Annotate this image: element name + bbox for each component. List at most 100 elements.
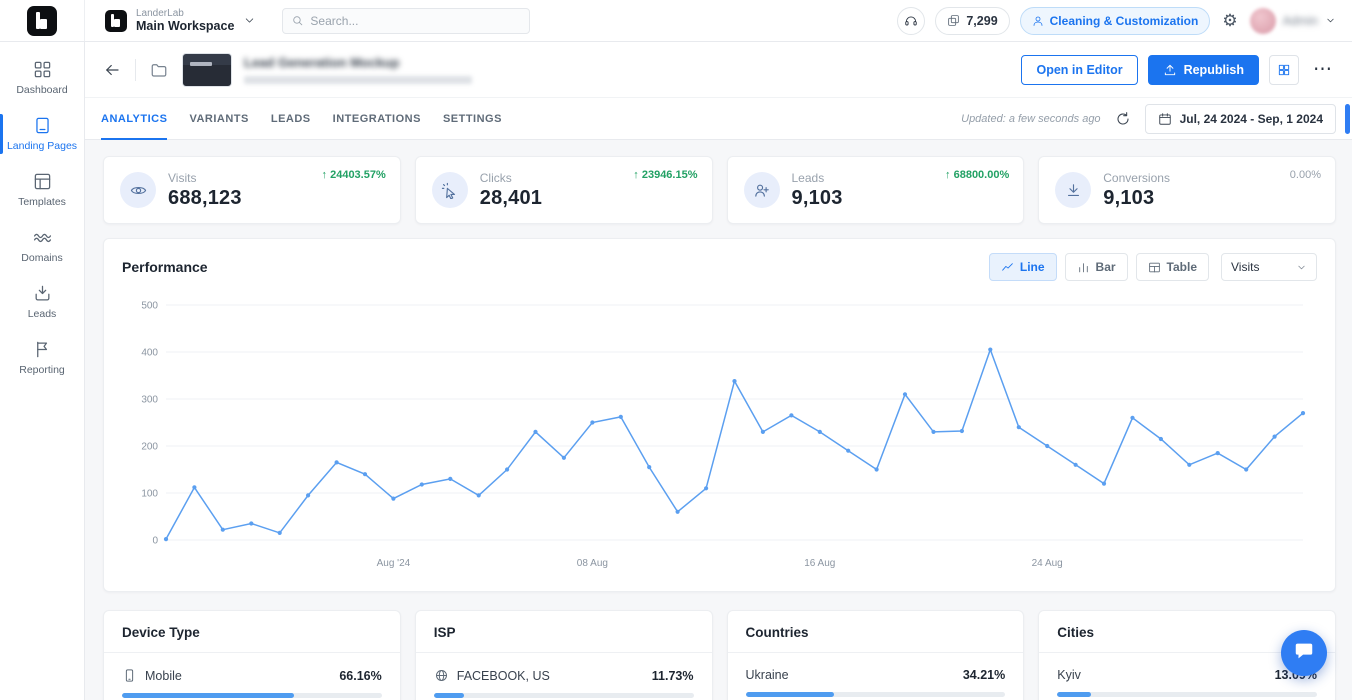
breakdown-title: Cities	[1057, 625, 1317, 640]
republish-label: Republish	[1184, 63, 1244, 77]
line-chart-icon	[1001, 261, 1014, 274]
breakdown-card-device-type: Device Type Mobile 66.16%	[103, 610, 401, 700]
breakdown-item: FACEBOOK, US 11.73%	[434, 668, 694, 683]
page-title: Lead Generation Mockup	[244, 55, 472, 71]
back-button[interactable]	[101, 59, 123, 81]
tab-settings[interactable]: SETTINGS	[443, 98, 502, 139]
sidebar-item-dashboard[interactable]: Dashboard	[0, 50, 84, 106]
breakdown-item-value: 34.21%	[963, 668, 1005, 682]
view-table-button[interactable]: Table	[1136, 253, 1209, 281]
stat-card-leads: Leads 9,103 ↑ 68800.00%	[727, 156, 1025, 224]
divider	[135, 59, 136, 81]
performance-card: Performance Line Bar	[103, 238, 1336, 592]
brand-name: LanderLab	[136, 8, 234, 20]
page-thumbnail[interactable]	[182, 53, 232, 87]
stat-card-clicks: Clicks 28,401 ↑ 23946.15%	[415, 156, 713, 224]
refresh-button[interactable]	[1113, 109, 1133, 129]
breakdown-item: Mobile 66.16%	[122, 668, 382, 683]
svg-text:24 Aug: 24 Aug	[1032, 558, 1063, 569]
progress-track	[1057, 692, 1317, 697]
eye-icon	[120, 172, 156, 208]
sidebar-item-reporting[interactable]: Reporting	[0, 330, 84, 386]
project-badge[interactable]: Cleaning & Customization	[1020, 7, 1211, 35]
sidebar-item-landing-pages[interactable]: Landing Pages	[0, 106, 84, 162]
sidebar-item-label: Reporting	[19, 364, 65, 376]
landerlab-logo[interactable]	[0, 0, 85, 41]
workspace-selector[interactable]: LanderLab Main Workspace	[105, 8, 256, 34]
user-plus-icon	[744, 172, 780, 208]
sidebar-item-domains[interactable]: Domains	[0, 218, 84, 274]
sidebar-item-templates[interactable]: Templates	[0, 162, 84, 218]
svg-text:Aug '24: Aug '24	[377, 558, 411, 569]
ellipsis-icon: ⋯	[1313, 59, 1332, 80]
search-input[interactable]	[310, 14, 521, 28]
sidebar: Dashboard Landing Pages Templates Domain…	[0, 42, 85, 700]
ab-variants-button[interactable]	[1269, 55, 1299, 85]
metric-select[interactable]: Visits	[1221, 253, 1317, 281]
svg-text:200: 200	[141, 442, 158, 453]
svg-text:0: 0	[152, 536, 158, 547]
chevron-down-icon	[243, 14, 256, 27]
open-in-editor-button[interactable]: Open in Editor	[1021, 55, 1137, 85]
tab-analytics[interactable]: ANALYTICS	[101, 98, 167, 139]
credits-button[interactable]: 7,299	[935, 7, 1009, 35]
workspace-logo-icon	[105, 10, 127, 32]
svg-text:300: 300	[141, 395, 158, 406]
stat-card-visits: Visits 688,123 ↑ 24403.57%	[103, 156, 401, 224]
upload-icon	[1163, 63, 1177, 77]
line-chart: 0100200300400500Aug '2408 Aug16 Aug24 Au…	[122, 291, 1317, 576]
chat-icon	[1293, 640, 1315, 667]
workspace-name: Main Workspace	[136, 19, 234, 33]
view-line-label: Line	[1020, 260, 1045, 274]
settings-gear-button[interactable]: ⚙	[1220, 10, 1239, 31]
date-range-picker[interactable]: Jul, 24 2024 - Sep, 1 2024	[1145, 104, 1336, 134]
svg-text:16 Aug: 16 Aug	[804, 558, 835, 569]
bar-chart-icon	[1077, 261, 1090, 274]
view-bar-button[interactable]: Bar	[1065, 253, 1128, 281]
chat-launcher-button[interactable]	[1281, 630, 1327, 676]
progress-track	[122, 693, 382, 698]
topbar: LanderLab Main Workspace 7,299	[0, 0, 1352, 42]
template-icon	[33, 172, 52, 191]
stat-delta: ↑ 24403.57%	[322, 169, 386, 181]
globe-icon	[434, 668, 449, 683]
grid-icon	[1277, 63, 1291, 77]
breakdown-item-value: 66.16%	[339, 669, 381, 683]
republish-button[interactable]: Republish	[1148, 55, 1259, 85]
divider	[416, 652, 712, 653]
breakdown-card-countries: Countries Ukraine 34.21%	[727, 610, 1025, 700]
inbox-icon	[33, 284, 52, 303]
main-area: Lead Generation Mockup Open in Editor Re…	[85, 42, 1352, 700]
scrollbar-thumb[interactable]	[1345, 104, 1350, 134]
project-badge-label: Cleaning & Customization	[1050, 14, 1199, 28]
view-line-button[interactable]: Line	[989, 253, 1057, 281]
tab-variants[interactable]: VARIANTS	[189, 98, 248, 139]
page-url-redacted	[244, 76, 472, 84]
stats-row: Visits 688,123 ↑ 24403.57% Clicks 28,401…	[103, 156, 1336, 224]
user-icon	[1032, 15, 1044, 27]
view-table-label: Table	[1167, 260, 1197, 274]
sidebar-item-label: Domains	[21, 252, 62, 264]
stat-card-conversions: Conversions 9,103 0.00%	[1038, 156, 1336, 224]
tab-integrations[interactable]: INTEGRATIONS	[333, 98, 421, 139]
arrow-left-icon	[103, 61, 121, 79]
folder-button[interactable]	[148, 59, 170, 81]
progress-fill	[122, 693, 294, 698]
sidebar-item-label: Landing Pages	[7, 140, 77, 152]
support-button[interactable]	[897, 7, 925, 35]
stat-label: Visits	[168, 171, 242, 185]
svg-text:100: 100	[141, 489, 158, 500]
sidebar-item-label: Templates	[18, 196, 66, 208]
stat-value: 28,401	[480, 187, 542, 210]
download-icon	[1055, 172, 1091, 208]
more-options-button[interactable]: ⋯	[1309, 60, 1336, 79]
open-in-editor-label: Open in Editor	[1036, 63, 1122, 77]
cursor-click-icon	[432, 172, 468, 208]
tab-leads[interactable]: LEADS	[271, 98, 311, 139]
sidebar-item-label: Dashboard	[16, 84, 67, 96]
stat-label: Conversions	[1103, 171, 1170, 185]
account-menu[interactable]: Admin	[1250, 8, 1336, 34]
stat-value: 9,103	[792, 187, 843, 210]
sidebar-item-leads[interactable]: Leads	[0, 274, 84, 330]
breakdown-title: ISP	[434, 625, 694, 640]
